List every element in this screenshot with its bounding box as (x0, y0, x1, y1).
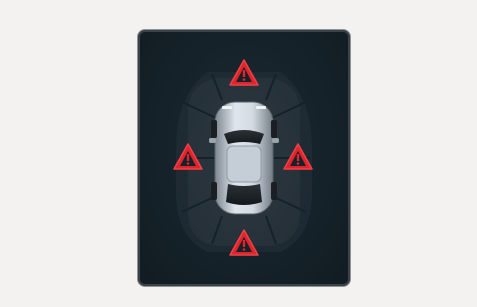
car-top-view-icon (209, 101, 279, 215)
parking-sensor-panel (138, 30, 350, 286)
parking-sensor-display (173, 59, 313, 256)
